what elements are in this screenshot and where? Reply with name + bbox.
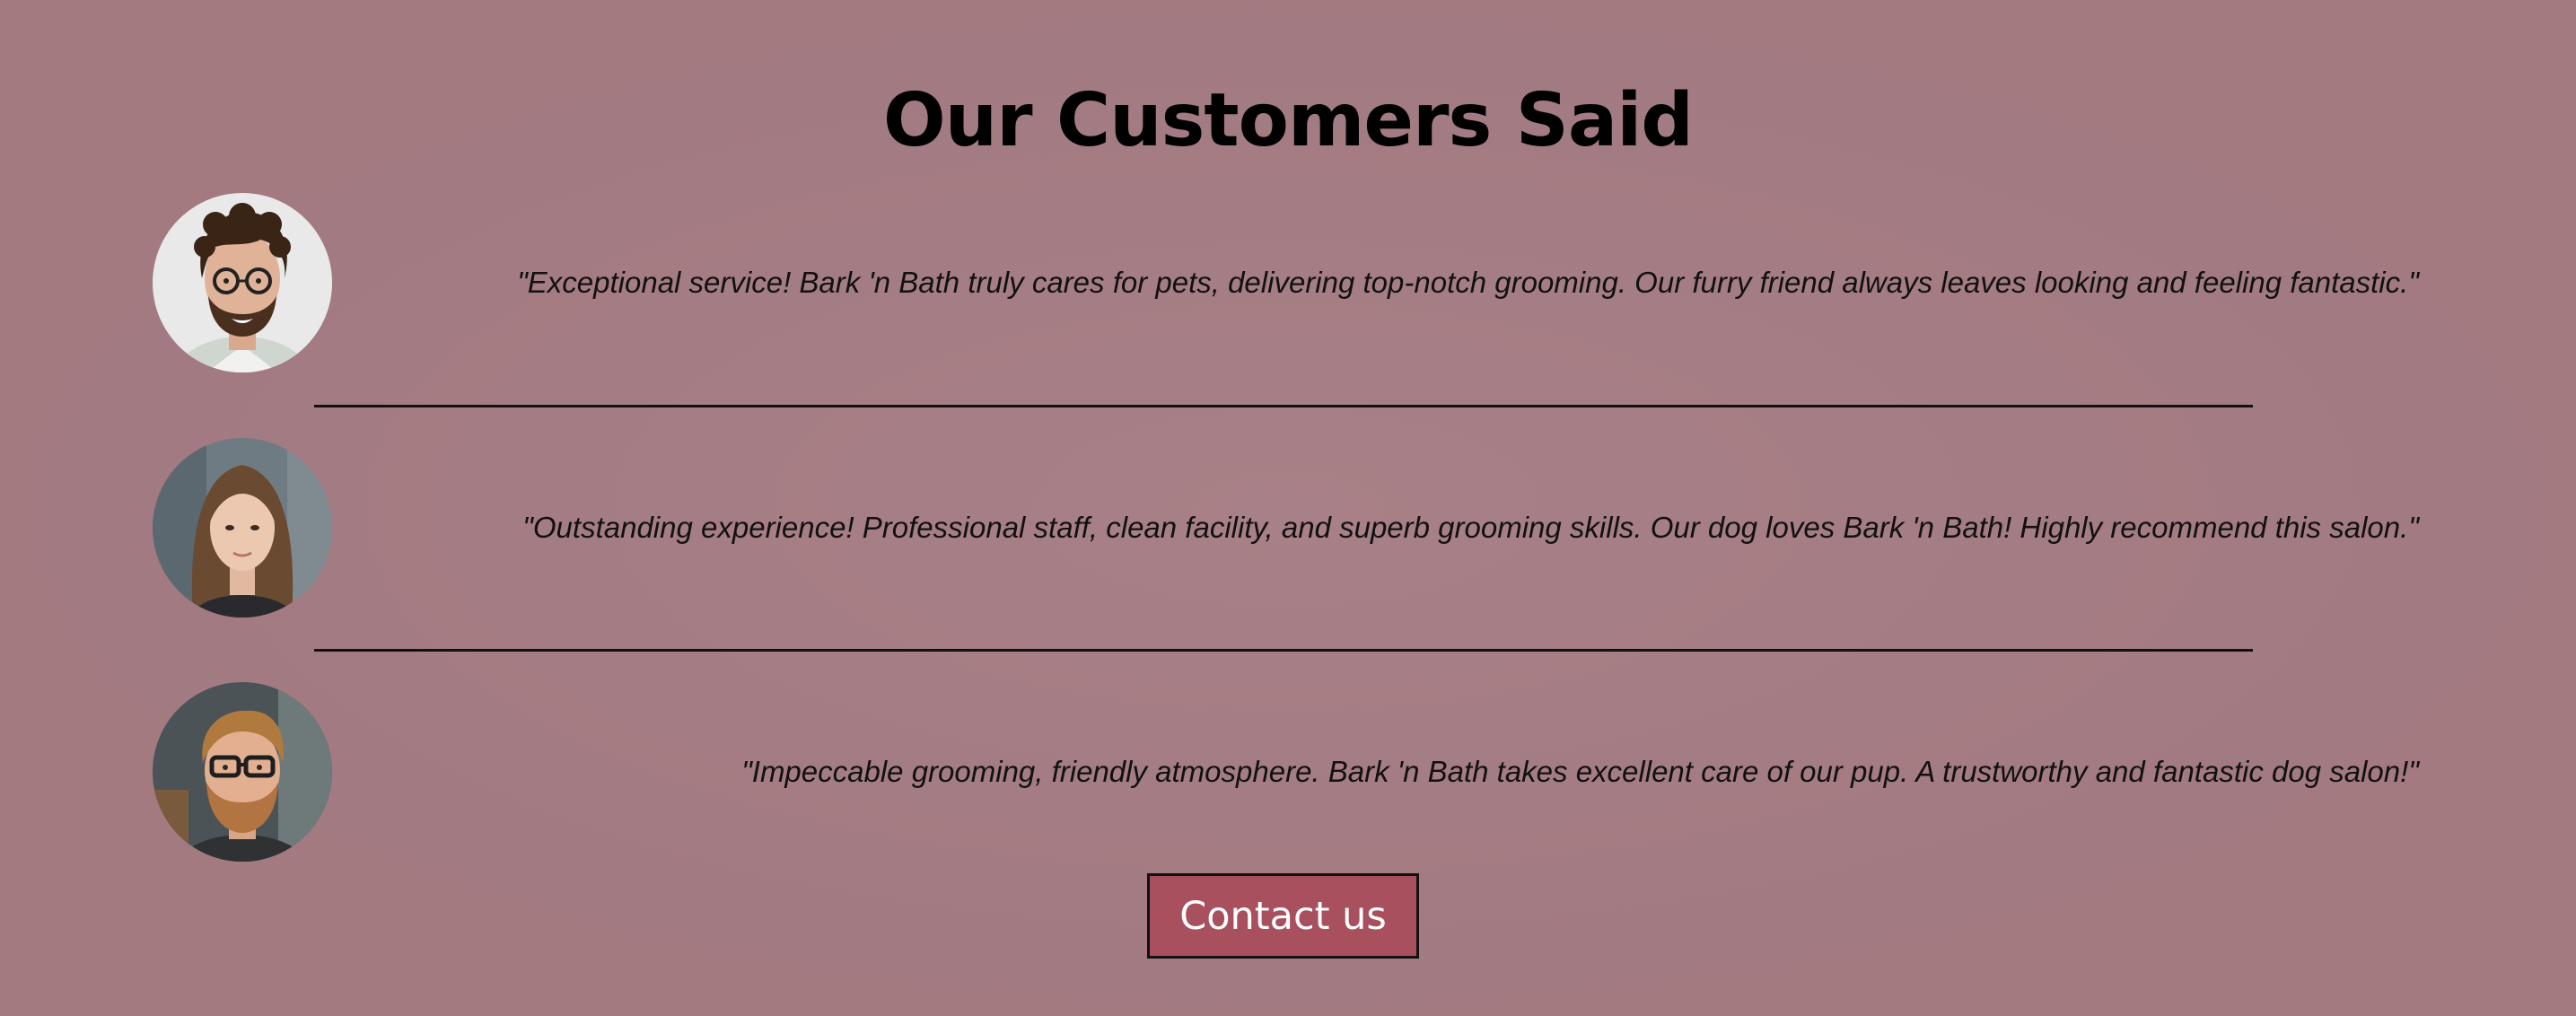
- customer-avatar: [153, 682, 332, 862]
- testimonial-quote: "Outstanding experience! Professional st…: [522, 511, 2419, 544]
- testimonial-item: "Exceptional service! Bark 'n Bath truly…: [0, 193, 2576, 372]
- divider: [314, 649, 2253, 652]
- contact-us-button[interactable]: Contact us: [1147, 873, 1419, 959]
- testimonial-quote: "Impeccable grooming, friendly atmospher…: [741, 755, 2419, 788]
- testimonials-section: Our Customers Said "Exceptional service!…: [0, 0, 2576, 1016]
- customer-avatar: [153, 438, 332, 617]
- testimonial-item: "Impeccable grooming, friendly atmospher…: [0, 682, 2576, 862]
- customer-avatar: [153, 193, 332, 372]
- testimonial-item: "Outstanding experience! Professional st…: [0, 438, 2576, 617]
- divider: [314, 405, 2253, 407]
- section-title: Our Customers Said: [882, 78, 1694, 163]
- testimonial-quote: "Exceptional service! Bark 'n Bath truly…: [517, 266, 2419, 299]
